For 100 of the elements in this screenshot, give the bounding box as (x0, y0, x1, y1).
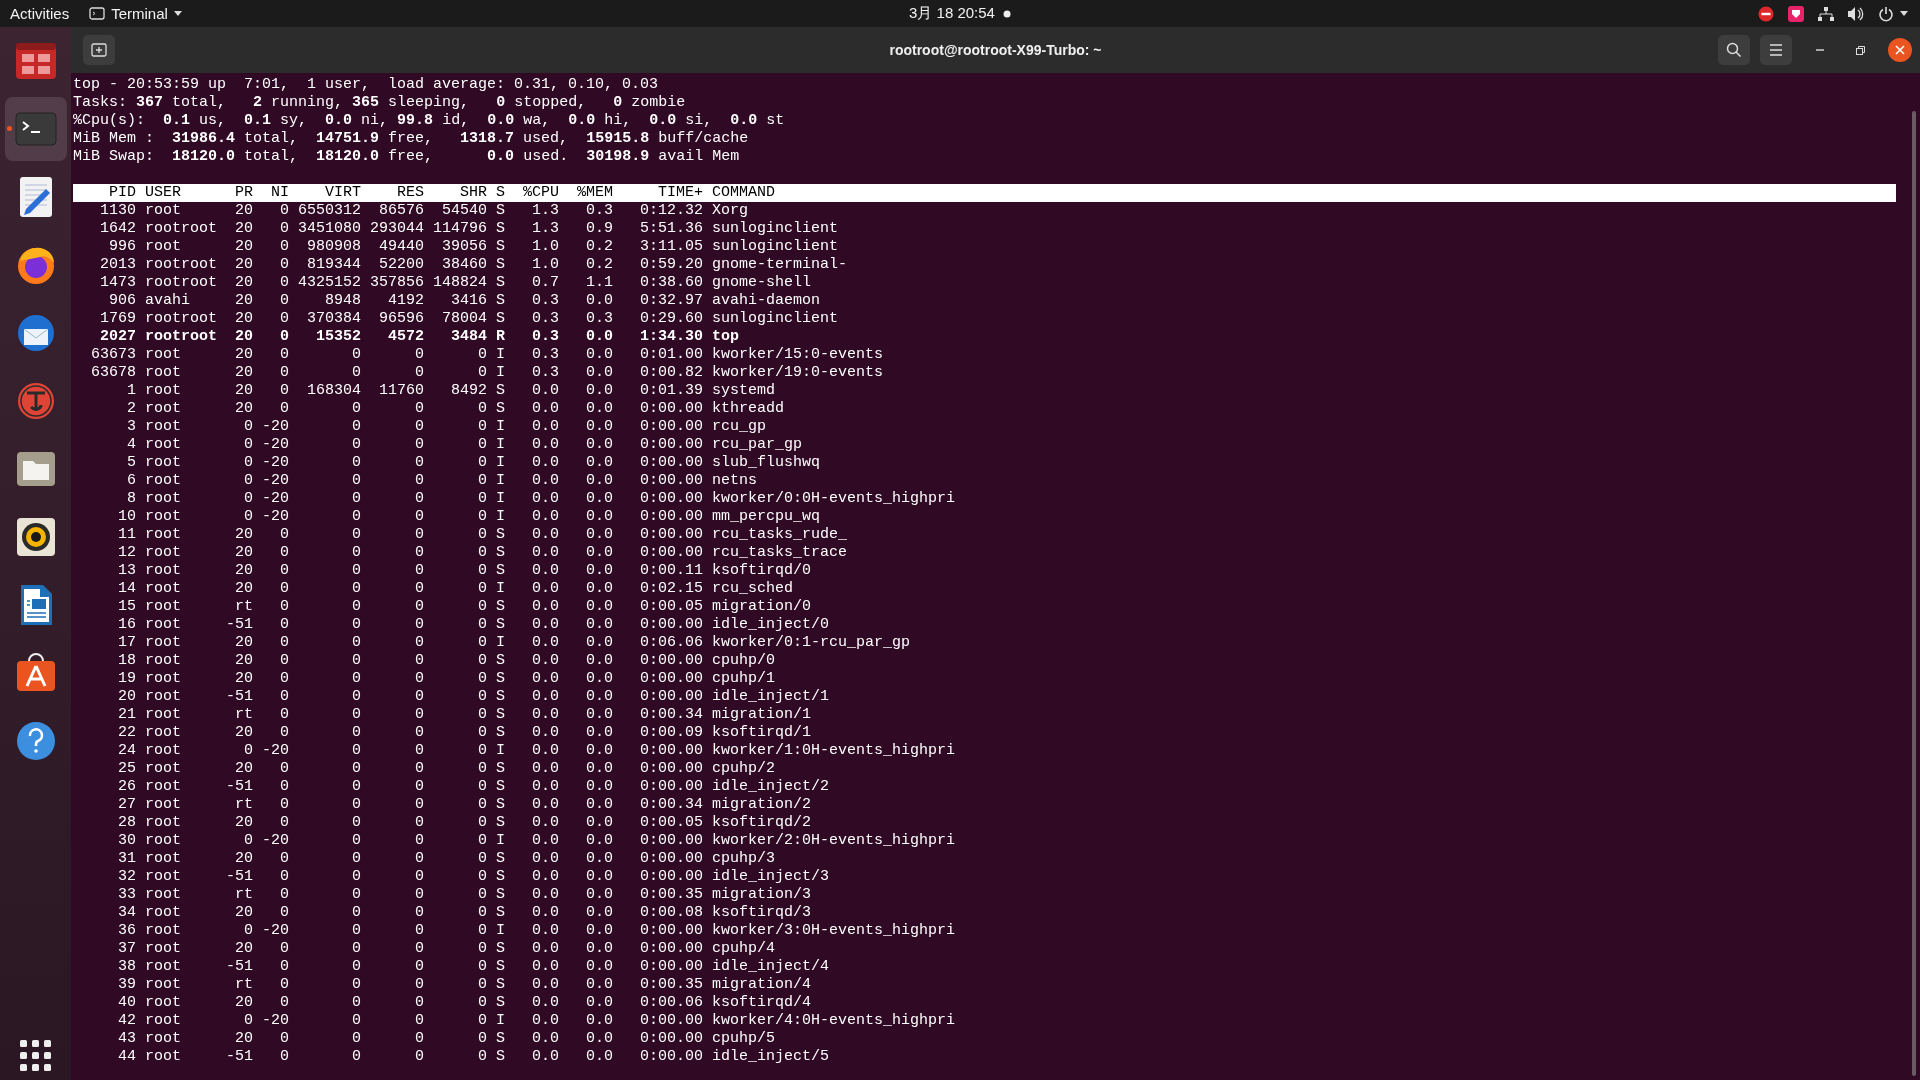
table-cell-text: root (145, 670, 182, 688)
table-cell-text: 0 (477, 940, 487, 958)
table-cell-text: 0.0 (585, 634, 613, 652)
activities-button[interactable]: Activities (0, 0, 80, 27)
menu-button[interactable] (1760, 35, 1792, 65)
table-cell-text: 19 (117, 670, 136, 688)
table-cell-text: 0 (243, 418, 253, 436)
table-cell-text: 0 (414, 922, 424, 940)
table-cell-text: 0 (351, 742, 361, 760)
network-icon[interactable] (1818, 6, 1834, 21)
table-cell-text: 0:00.00 (639, 400, 703, 418)
table-cell-text: 0 (351, 508, 361, 526)
table-cell-text: ksoftirqd/2 (712, 814, 813, 832)
table-cell-text: 0 (279, 814, 289, 832)
table-cell: S (496, 220, 505, 238)
table-cell: S (496, 886, 505, 904)
table-cell-text: 0 (414, 796, 424, 814)
table-cell-text: 0 (477, 724, 487, 742)
table-cell-text: 4192 (387, 292, 424, 310)
table-cell-text: 0.0 (585, 868, 613, 886)
table-cell-text: 0.0 (585, 562, 613, 580)
table-cell-text: 11760 (378, 382, 424, 400)
table-cell-text: 20 (234, 310, 253, 328)
table-cell: S (496, 976, 505, 994)
table-cell-text: 0.0 (585, 1012, 613, 1030)
table-cell-text: 0.0 (531, 436, 559, 454)
table-cell-text: root (145, 472, 182, 490)
table-cell-text: 0 (351, 886, 361, 904)
table-cell-text: 37 (117, 940, 136, 958)
table-cell-text: 20 (234, 274, 253, 292)
app-indicator-icon[interactable] (1788, 5, 1804, 22)
caret-icon[interactable] (1900, 11, 1908, 16)
do-not-disturb-icon[interactable] (1758, 5, 1774, 22)
power-icon[interactable] (1878, 5, 1894, 22)
table-cell-text: top (712, 328, 740, 346)
table-cell: S (496, 778, 505, 796)
table-cell-text: 0 (351, 346, 361, 364)
table-cell-text: kthreadd (712, 400, 785, 418)
table-cell-text: 0 (414, 994, 424, 1012)
table-cell-text: idle_inject/0 (712, 616, 831, 634)
app-grid-icon[interactable] (19, 1039, 52, 1072)
search-button[interactable] (1718, 35, 1750, 65)
table-cell-text: 0 (243, 436, 253, 454)
table-cell-text: 0 (477, 400, 487, 418)
table-cell-text: 0 (351, 490, 361, 508)
table-cell: S (496, 994, 505, 1012)
table-cell-text: Xorg (712, 202, 749, 220)
column-header: COMMAND (712, 184, 776, 202)
table-cell-text: 0.0 (531, 580, 559, 598)
table-cell-text: 0 (351, 868, 361, 886)
table-cell-text: idle_inject/2 (712, 778, 831, 796)
app-menu-button[interactable]: Terminal (79, 0, 192, 27)
table-cell-text: 52200 (378, 256, 424, 274)
table-cell-text: 30 (117, 832, 136, 850)
table-cell: S (496, 706, 505, 724)
table-cell-text: 0 (351, 1030, 361, 1048)
table-cell-text: 0.0 (585, 1030, 613, 1048)
column-header: RES (396, 184, 424, 202)
clock-button[interactable]: 3月 18 20:54 (909, 0, 995, 27)
table-cell: I (496, 454, 505, 472)
volume-icon[interactable] (1848, 5, 1864, 22)
table-cell: I (496, 490, 505, 508)
scrollbar[interactable] (1912, 111, 1916, 1076)
table-cell-text: 0 (414, 832, 424, 850)
table-cell-text: kworker/4:0H-events_highpri (712, 1012, 957, 1030)
table-cell: S (496, 796, 505, 814)
table-cell-text: 0 (477, 436, 487, 454)
table-cell-text: kworker/0:0H-events_highpri (712, 490, 957, 508)
table-cell: S (496, 670, 505, 688)
table-cell-text: 0.0 (531, 778, 559, 796)
table-cell-text: 27 (117, 796, 136, 814)
new-tab-button[interactable] (83, 35, 115, 65)
column-header: USER (145, 184, 182, 202)
table-cell-text: 8948 (324, 292, 361, 310)
table-cell-text: kworker/3:0H-events_highpri (712, 922, 957, 940)
table-cell-text: 0 (477, 976, 487, 994)
table-cell-text: 0 (414, 742, 424, 760)
table-cell-text: rcu_gp (712, 418, 767, 436)
table-cell-text: 0.0 (585, 382, 613, 400)
table-cell-text: 0 (414, 958, 424, 976)
table-cell-text: 0 (279, 220, 289, 238)
table-cell-text: 12 (117, 544, 136, 562)
table-cell-text: 0.0 (531, 616, 559, 634)
table-cell-text: root (145, 616, 182, 634)
table-cell-text: 38460 (441, 256, 487, 274)
table-cell-text: 0.0 (531, 922, 559, 940)
table-cell: 293044 (370, 220, 424, 238)
table-cell-text: 0.0 (585, 472, 613, 490)
table-cell-text: 0.0 (585, 418, 613, 436)
table-cell-text: 0.0 (585, 724, 613, 742)
close-button[interactable] (1888, 38, 1912, 62)
table-cell-text: 0.0 (531, 454, 559, 472)
table-cell: rootroot (145, 274, 217, 292)
table-cell: I (496, 508, 505, 526)
table-cell-text: 0.0 (531, 706, 559, 724)
table-cell-text: 0:00.05 (639, 598, 703, 616)
table-cell-text: 0 (243, 472, 253, 490)
table-cell-text: 0 (279, 724, 289, 742)
table-cell-text: root (145, 832, 182, 850)
table-cell-text: 0:00.00 (639, 490, 703, 508)
